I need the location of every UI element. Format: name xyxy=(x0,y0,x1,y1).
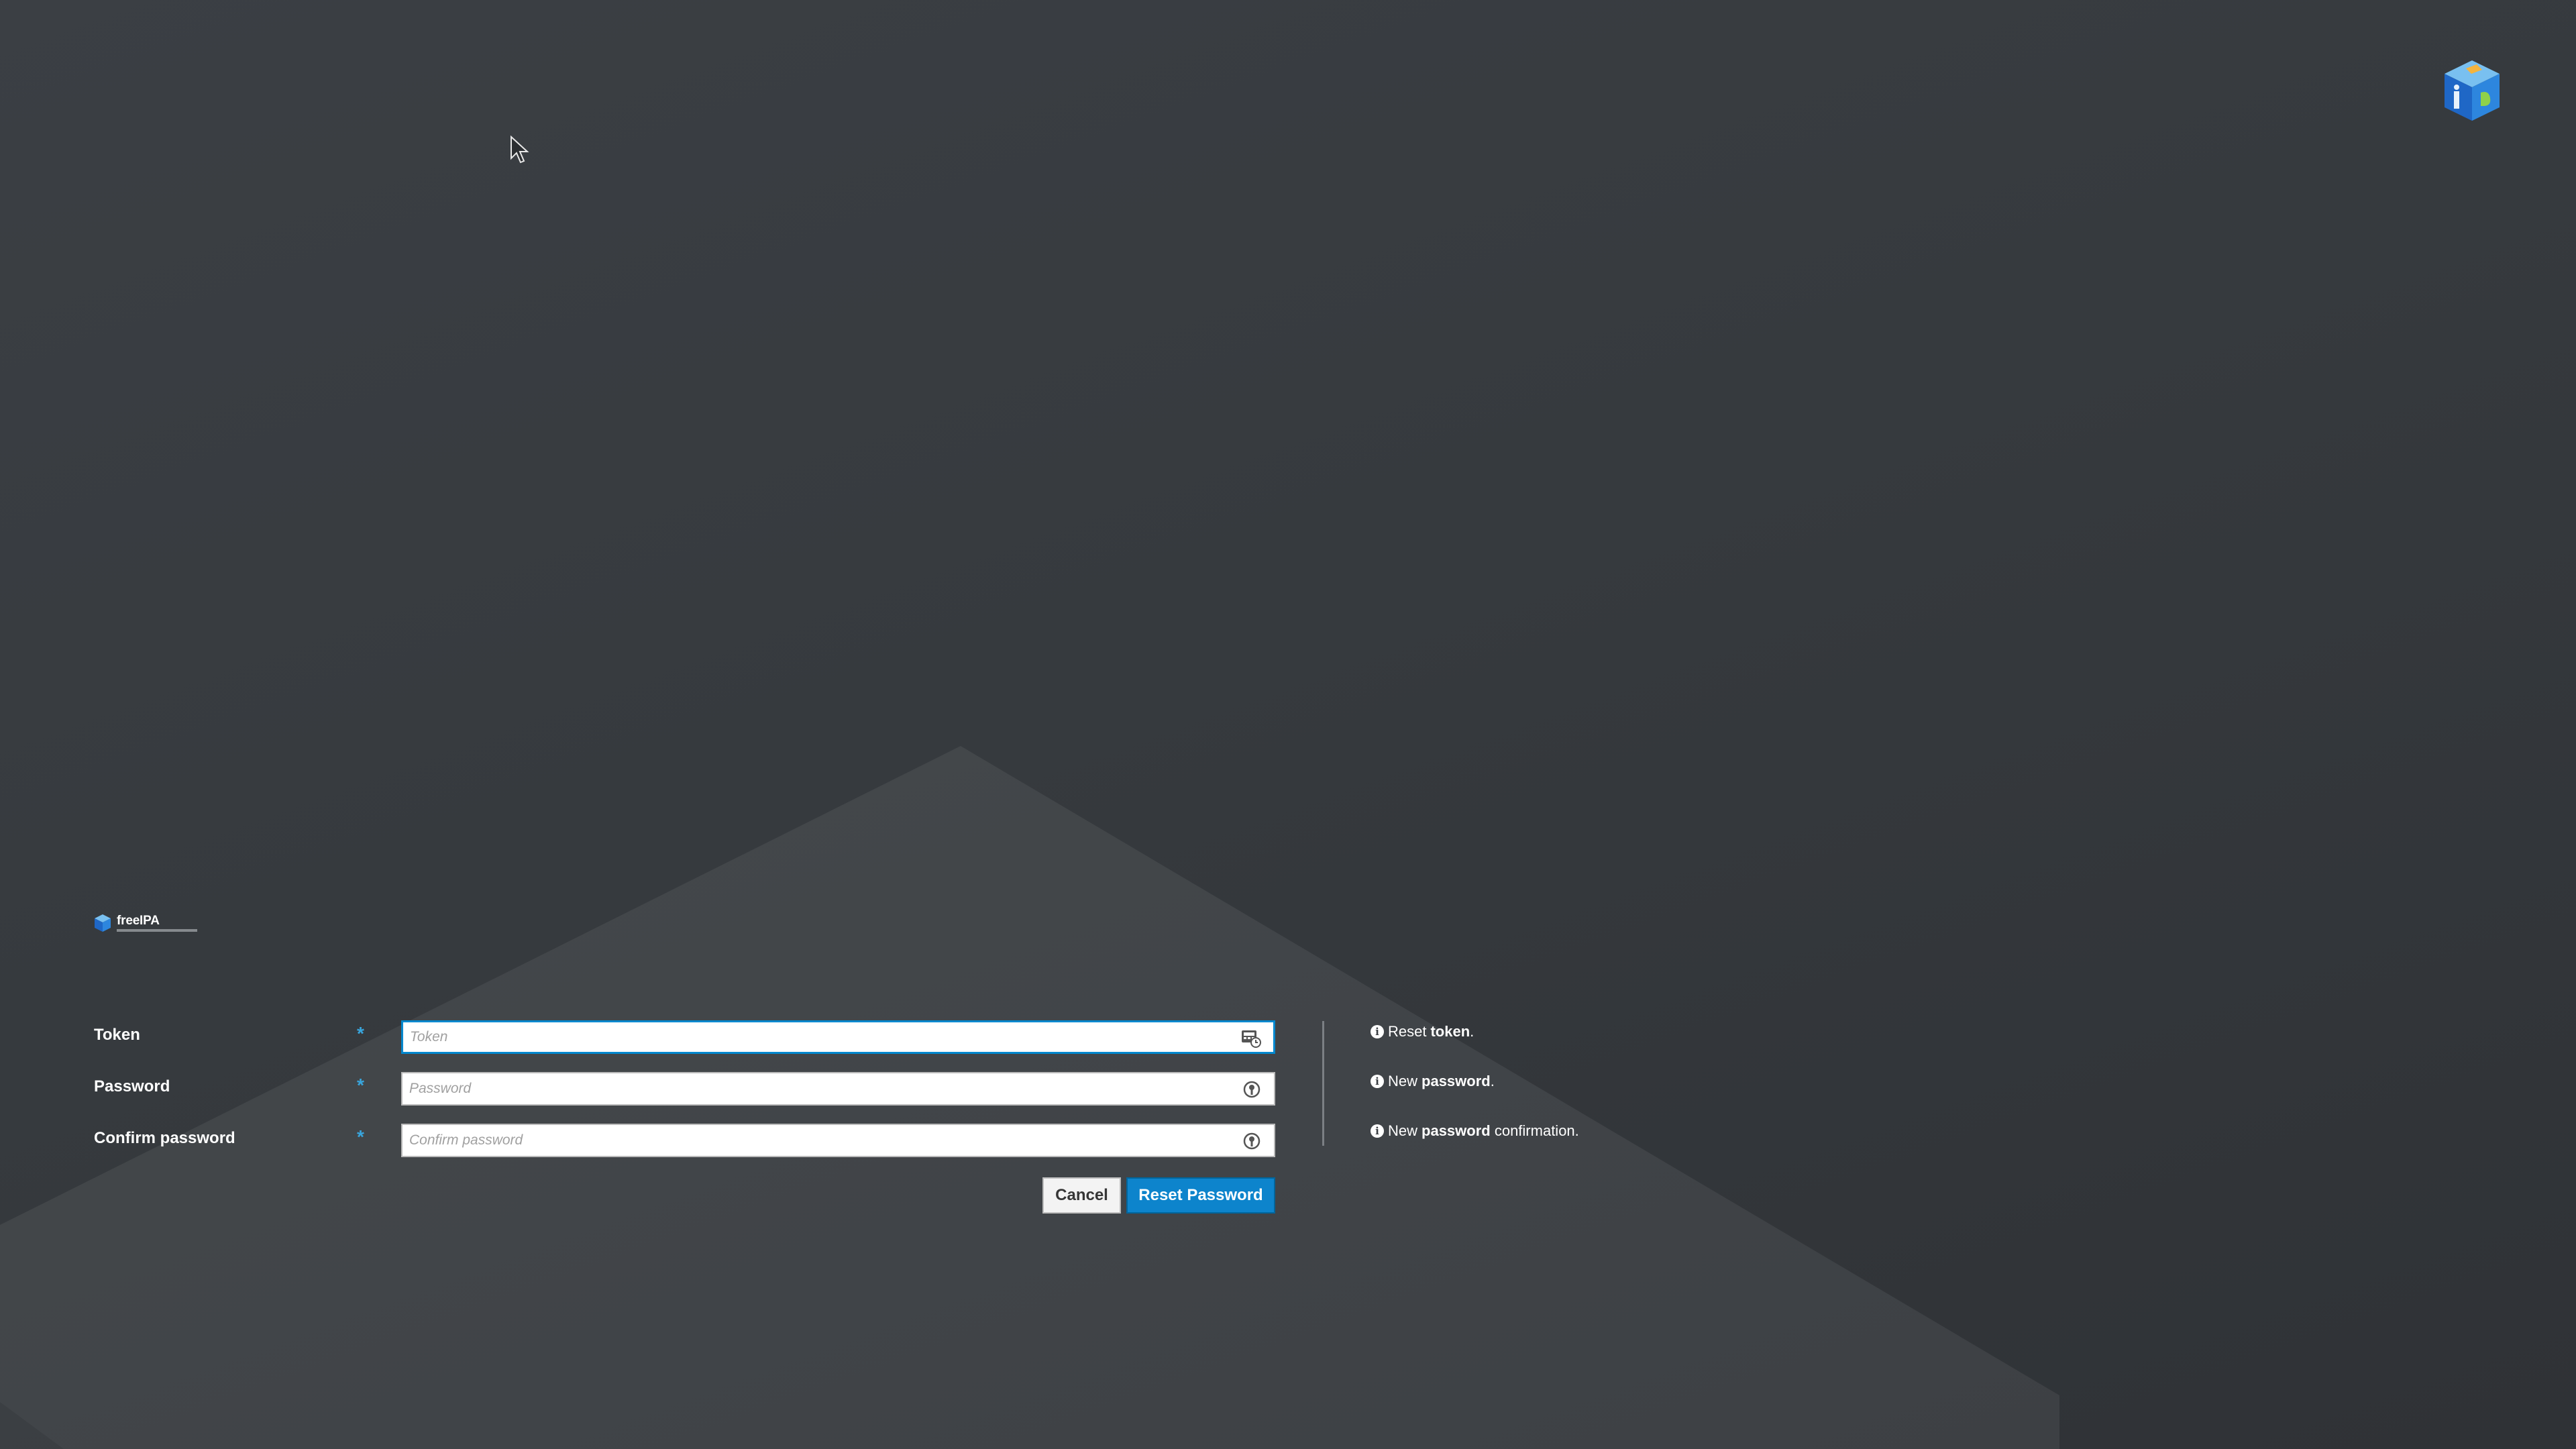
help-token-prefix: Reset xyxy=(1388,1023,1427,1040)
token-input[interactable] xyxy=(410,1022,1215,1052)
help-token-bold: token xyxy=(1430,1023,1470,1040)
info-circle-icon: i xyxy=(1371,1025,1384,1038)
help-password: i New password. xyxy=(1371,1073,1495,1090)
password-key-icon xyxy=(1243,1081,1260,1098)
password-input[interactable] xyxy=(409,1073,1214,1104)
token-input-container[interactable] xyxy=(401,1020,1275,1054)
help-confirm-password: i New password confirmation. xyxy=(1371,1122,1579,1140)
password-input-container[interactable] xyxy=(401,1072,1275,1106)
brand-text: freeIPA xyxy=(117,914,197,932)
help-password-prefix: New xyxy=(1388,1073,1418,1089)
password-key-icon xyxy=(1243,1132,1260,1150)
confirm-password-input[interactable] xyxy=(409,1125,1214,1156)
help-confirm-bold: password xyxy=(1421,1122,1491,1139)
background-pyramid-shape xyxy=(0,746,2059,1449)
otp-token-icon xyxy=(1242,1030,1261,1048)
confirm-password-label: Confirm password xyxy=(94,1129,235,1147)
help-token-suffix: . xyxy=(1470,1023,1474,1040)
brand-name: freeIPA xyxy=(117,914,160,928)
info-circle-icon: i xyxy=(1371,1124,1384,1138)
help-confirm-suffix: confirmation. xyxy=(1490,1122,1579,1139)
required-indicator: * xyxy=(357,1023,364,1044)
help-confirm-prefix: New xyxy=(1388,1122,1418,1139)
required-indicator: * xyxy=(357,1075,364,1095)
password-label: Password xyxy=(94,1077,170,1095)
password-row: Password * xyxy=(0,1069,2576,1107)
help-token: i Reset token. xyxy=(1371,1023,1474,1040)
brand-tagline xyxy=(117,929,197,932)
info-circle-icon: i xyxy=(1371,1075,1384,1088)
required-indicator: * xyxy=(357,1126,364,1147)
confirm-password-row: Confirm password * xyxy=(0,1121,2576,1159)
help-divider xyxy=(1322,1021,1324,1146)
brand-logo: freeIPA xyxy=(94,914,197,932)
token-row: Token * xyxy=(0,1018,2576,1055)
freeipa-small-logo-icon xyxy=(95,914,111,932)
token-label: Token xyxy=(94,1026,140,1044)
help-password-bold: password xyxy=(1421,1073,1491,1089)
mouse-pointer-icon xyxy=(511,136,529,164)
confirm-password-input-container[interactable] xyxy=(401,1124,1275,1157)
help-password-suffix: . xyxy=(1490,1073,1495,1089)
reset-password-button[interactable]: Reset Password xyxy=(1126,1177,1275,1214)
freeipa-cube-logo xyxy=(2445,60,2500,121)
cancel-button[interactable]: Cancel xyxy=(1042,1177,1121,1214)
